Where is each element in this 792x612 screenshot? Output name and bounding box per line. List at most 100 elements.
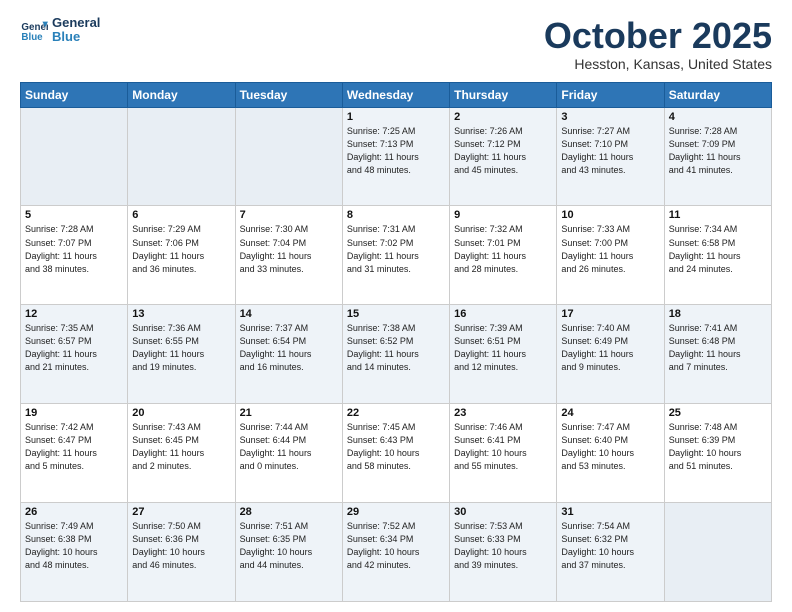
- logo-general: General: [52, 16, 100, 30]
- day-info: Sunrise: 7:54 AM Sunset: 6:32 PM Dayligh…: [561, 520, 659, 572]
- day-info: Sunrise: 7:38 AM Sunset: 6:52 PM Dayligh…: [347, 322, 445, 374]
- col-header-friday: Friday: [557, 82, 664, 107]
- day-number: 12: [25, 308, 123, 320]
- day-info: Sunrise: 7:26 AM Sunset: 7:12 PM Dayligh…: [454, 125, 552, 177]
- calendar-week-row: 12 Sunrise: 7:35 AM Sunset: 6:57 PM Dayli…: [21, 305, 772, 404]
- calendar-cell: 29Sunrise: 7:52 AM Sunset: 6:34 PM Dayli…: [342, 503, 449, 602]
- calendar-cell: 19 Sunrise: 7:42 AM Sunset: 6:47 PM Dayli…: [21, 404, 128, 503]
- day-info: Sunrise: 7:41 AM Sunset: 6:48 PM Dayligh…: [669, 322, 767, 374]
- calendar-cell: 30 Sunrise: 7:53 AM Sunset: 6:33 PM Dayli…: [450, 503, 557, 602]
- calendar-cell: 15Sunrise: 7:38 AM Sunset: 6:52 PM Dayli…: [342, 305, 449, 404]
- calendar-cell: [664, 503, 771, 602]
- day-info: Sunrise: 7:31 AM Sunset: 7:02 PM Dayligh…: [347, 223, 445, 275]
- day-info: Sunrise: 7:30 AM Sunset: 7:04 PM Dayligh…: [240, 223, 338, 275]
- day-number: 19: [25, 407, 123, 419]
- calendar-cell: 21 Sunrise: 7:44 AM Sunset: 6:44 PM Dayli…: [235, 404, 342, 503]
- calendar-cell: [128, 107, 235, 206]
- calendar-cell: 6 Sunrise: 7:29 AM Sunset: 7:06 PM Daylig…: [128, 206, 235, 305]
- day-number: 4: [669, 111, 767, 123]
- day-number: 8: [347, 209, 445, 221]
- day-info: Sunrise: 7:44 AM Sunset: 6:44 PM Dayligh…: [240, 421, 338, 473]
- calendar-cell: 28 Sunrise: 7:51 AM Sunset: 6:35 PM Dayli…: [235, 503, 342, 602]
- day-number: 17: [561, 308, 659, 320]
- calendar-cell: 27Sunrise: 7:50 AM Sunset: 6:36 PM Dayli…: [128, 503, 235, 602]
- calendar-cell: 23 Sunrise: 7:46 AM Sunset: 6:41 PM Dayli…: [450, 404, 557, 503]
- day-info: Sunrise: 7:32 AM Sunset: 7:01 PM Dayligh…: [454, 223, 552, 275]
- calendar-cell: 4 Sunrise: 7:28 AM Sunset: 7:09 PM Daylig…: [664, 107, 771, 206]
- day-info: Sunrise: 7:46 AM Sunset: 6:41 PM Dayligh…: [454, 421, 552, 473]
- day-number: 30: [454, 506, 552, 518]
- calendar-cell: 1 Sunrise: 7:25 AM Sunset: 7:13 PM Daylig…: [342, 107, 449, 206]
- day-info: Sunrise: 7:27 AM Sunset: 7:10 PM Dayligh…: [561, 125, 659, 177]
- day-info: Sunrise: 7:43 AM Sunset: 6:45 PM Dayligh…: [132, 421, 230, 473]
- col-header-monday: Monday: [128, 82, 235, 107]
- day-number: 11: [669, 209, 767, 221]
- day-info: Sunrise: 7:35 AM Sunset: 6:57 PM Dayligh…: [25, 322, 123, 374]
- day-number: 3: [561, 111, 659, 123]
- day-info: Sunrise: 7:28 AM Sunset: 7:09 PM Dayligh…: [669, 125, 767, 177]
- col-header-thursday: Thursday: [450, 82, 557, 107]
- calendar-cell: 20 Sunrise: 7:43 AM Sunset: 6:45 PM Dayli…: [128, 404, 235, 503]
- day-number: 27: [132, 506, 230, 518]
- header: General Blue General Blue October 2025 H…: [20, 16, 772, 72]
- day-number: 21: [240, 407, 338, 419]
- day-number: 25: [669, 407, 767, 419]
- calendar-cell: 7 Sunrise: 7:30 AM Sunset: 7:04 PM Daylig…: [235, 206, 342, 305]
- day-number: 14: [240, 308, 338, 320]
- calendar-cell: 9Sunrise: 7:32 AM Sunset: 7:01 PM Daylig…: [450, 206, 557, 305]
- day-number: 2: [454, 111, 552, 123]
- day-info: Sunrise: 7:48 AM Sunset: 6:39 PM Dayligh…: [669, 421, 767, 473]
- calendar-table: SundayMondayTuesdayWednesdayThursdayFrid…: [20, 82, 772, 602]
- day-info: Sunrise: 7:42 AM Sunset: 6:47 PM Dayligh…: [25, 421, 123, 473]
- day-number: 10: [561, 209, 659, 221]
- calendar-week-row: 26Sunrise: 7:49 AM Sunset: 6:38 PM Dayli…: [21, 503, 772, 602]
- day-info: Sunrise: 7:45 AM Sunset: 6:43 PM Dayligh…: [347, 421, 445, 473]
- logo-blue: Blue: [52, 30, 100, 44]
- calendar-cell: 3 Sunrise: 7:27 AM Sunset: 7:10 PM Daylig…: [557, 107, 664, 206]
- day-info: Sunrise: 7:47 AM Sunset: 6:40 PM Dayligh…: [561, 421, 659, 473]
- calendar-cell: [21, 107, 128, 206]
- day-number: 22: [347, 407, 445, 419]
- day-info: Sunrise: 7:52 AM Sunset: 6:34 PM Dayligh…: [347, 520, 445, 572]
- calendar-cell: 11Sunrise: 7:34 AM Sunset: 6:58 PM Dayli…: [664, 206, 771, 305]
- day-info: Sunrise: 7:53 AM Sunset: 6:33 PM Dayligh…: [454, 520, 552, 572]
- day-info: Sunrise: 7:33 AM Sunset: 7:00 PM Dayligh…: [561, 223, 659, 275]
- calendar-cell: 8 Sunrise: 7:31 AM Sunset: 7:02 PM Daylig…: [342, 206, 449, 305]
- day-number: 16: [454, 308, 552, 320]
- svg-text:Blue: Blue: [21, 32, 43, 43]
- calendar-cell: [235, 107, 342, 206]
- day-info: Sunrise: 7:36 AM Sunset: 6:55 PM Dayligh…: [132, 322, 230, 374]
- day-number: 1: [347, 111, 445, 123]
- day-info: Sunrise: 7:39 AM Sunset: 6:51 PM Dayligh…: [454, 322, 552, 374]
- day-number: 6: [132, 209, 230, 221]
- day-number: 5: [25, 209, 123, 221]
- day-info: Sunrise: 7:25 AM Sunset: 7:13 PM Dayligh…: [347, 125, 445, 177]
- calendar-cell: 14 Sunrise: 7:37 AM Sunset: 6:54 PM Dayli…: [235, 305, 342, 404]
- day-number: 24: [561, 407, 659, 419]
- calendar-cell: 12 Sunrise: 7:35 AM Sunset: 6:57 PM Dayli…: [21, 305, 128, 404]
- day-number: 28: [240, 506, 338, 518]
- calendar-cell: 31Sunrise: 7:54 AM Sunset: 6:32 PM Dayli…: [557, 503, 664, 602]
- day-info: Sunrise: 7:29 AM Sunset: 7:06 PM Dayligh…: [132, 223, 230, 275]
- logo-icon: General Blue: [20, 16, 48, 44]
- calendar-cell: 2 Sunrise: 7:26 AM Sunset: 7:12 PM Daylig…: [450, 107, 557, 206]
- day-number: 23: [454, 407, 552, 419]
- day-info: Sunrise: 7:40 AM Sunset: 6:49 PM Dayligh…: [561, 322, 659, 374]
- month-title: October 2025: [544, 16, 772, 56]
- day-info: Sunrise: 7:28 AM Sunset: 7:07 PM Dayligh…: [25, 223, 123, 275]
- calendar-cell: 10 Sunrise: 7:33 AM Sunset: 7:00 PM Dayli…: [557, 206, 664, 305]
- calendar-cell: 24 Sunrise: 7:47 AM Sunset: 6:40 PM Dayli…: [557, 404, 664, 503]
- day-number: 7: [240, 209, 338, 221]
- day-number: 18: [669, 308, 767, 320]
- calendar-cell: 18 Sunrise: 7:41 AM Sunset: 6:48 PM Dayli…: [664, 305, 771, 404]
- calendar-header-row: SundayMondayTuesdayWednesdayThursdayFrid…: [21, 82, 772, 107]
- calendar-cell: 22 Sunrise: 7:45 AM Sunset: 6:43 PM Dayli…: [342, 404, 449, 503]
- day-info: Sunrise: 7:51 AM Sunset: 6:35 PM Dayligh…: [240, 520, 338, 572]
- location-subtitle: Hesston, Kansas, United States: [544, 56, 772, 72]
- col-header-sunday: Sunday: [21, 82, 128, 107]
- day-info: Sunrise: 7:37 AM Sunset: 6:54 PM Dayligh…: [240, 322, 338, 374]
- day-info: Sunrise: 7:49 AM Sunset: 6:38 PM Dayligh…: [25, 520, 123, 572]
- day-number: 20: [132, 407, 230, 419]
- calendar-week-row: 1 Sunrise: 7:25 AM Sunset: 7:13 PM Daylig…: [21, 107, 772, 206]
- calendar-week-row: 19 Sunrise: 7:42 AM Sunset: 6:47 PM Dayli…: [21, 404, 772, 503]
